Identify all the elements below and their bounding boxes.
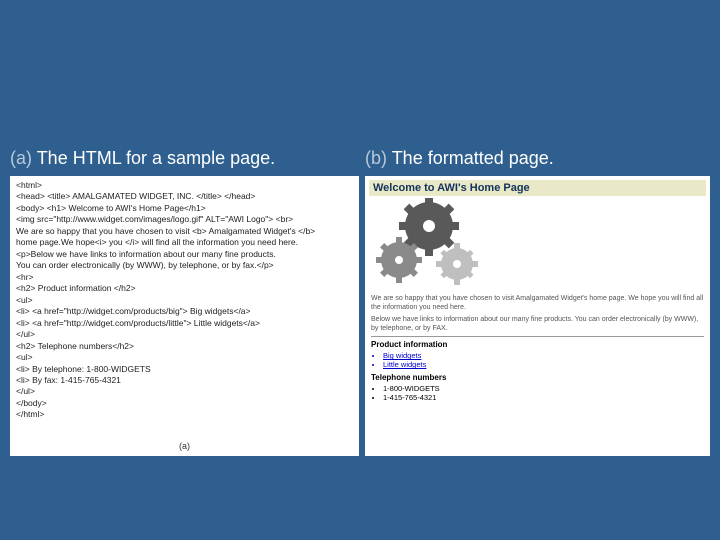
- html-source-panel: <html> <head> <title> AMALGAMATED WIDGET…: [10, 176, 359, 456]
- caption-b: (b) The formatted page.: [365, 148, 710, 169]
- product-link-big[interactable]: Big widgets: [383, 351, 706, 360]
- src-line: <li> <a href="http://widget.com/products…: [16, 318, 353, 329]
- src-line: <h2> Product information </h2>: [16, 283, 353, 294]
- src-line: home page.We hope<i> you </i> will find …: [16, 237, 353, 248]
- product-list: Big widgets Little widgets: [383, 351, 706, 369]
- src-line: <li> <a href="http://widget.com/products…: [16, 306, 353, 317]
- src-line: <head> <title> AMALGAMATED WIDGET, INC. …: [16, 191, 353, 202]
- caption-b-text: The formatted page.: [392, 148, 554, 168]
- caption-b-label: (b): [365, 148, 392, 168]
- caption-a-label: (a): [10, 148, 37, 168]
- src-line: <html>: [16, 180, 353, 191]
- divider: [371, 336, 704, 337]
- phone-item: 1-800-WIDGETS: [383, 384, 706, 393]
- gear-icon: [436, 243, 478, 285]
- src-line: We are so happy that you have chosen to …: [16, 226, 353, 237]
- intro-paragraph-2: Below we have links to information about…: [371, 315, 704, 333]
- src-line: <p>Below we have links to information ab…: [16, 249, 353, 260]
- src-line: <body> <h1> Welcome to AWI's Home Page</…: [16, 203, 353, 214]
- src-line: <h2> Telephone numbers</h2>: [16, 341, 353, 352]
- rendered-page-panel: Welcome to AWI's Home Page: [365, 176, 710, 456]
- src-line: </ul>: [16, 329, 353, 340]
- src-line: <ul>: [16, 295, 353, 306]
- src-line: <hr>: [16, 272, 353, 283]
- src-line: </body>: [16, 398, 353, 409]
- caption-a: (a) The HTML for a sample page.: [10, 148, 365, 169]
- src-line: </ul>: [16, 386, 353, 397]
- page-title: Welcome to AWI's Home Page: [369, 180, 706, 196]
- phone-item: 1-415-765-4321: [383, 393, 706, 402]
- src-line: <li> By telephone: 1-800-WIDGETS: [16, 364, 353, 375]
- logo-image: [371, 198, 706, 290]
- src-line: <ul>: [16, 352, 353, 363]
- phone-list: 1-800-WIDGETS 1-415-765-4321: [383, 384, 706, 402]
- caption-a-text: The HTML for a sample page.: [37, 148, 275, 168]
- src-line: <li> By fax: 1-415-765-4321: [16, 375, 353, 386]
- captions-row: (a) The HTML for a sample page. (b) The …: [10, 148, 710, 169]
- src-line: </html>: [16, 409, 353, 420]
- product-link-little[interactable]: Little widgets: [383, 360, 706, 369]
- section-heading-phone: Telephone numbers: [371, 373, 704, 382]
- section-heading-products: Product information: [371, 340, 704, 349]
- src-line: <img src="http://www.widget.com/images/l…: [16, 214, 353, 225]
- panels-row: <html> <head> <title> AMALGAMATED WIDGET…: [10, 176, 710, 456]
- src-line: You can order electronically (by WWW), b…: [16, 260, 353, 271]
- intro-paragraph-1: We are so happy that you have chosen to …: [371, 294, 704, 312]
- figure-label-a: (a): [10, 440, 359, 452]
